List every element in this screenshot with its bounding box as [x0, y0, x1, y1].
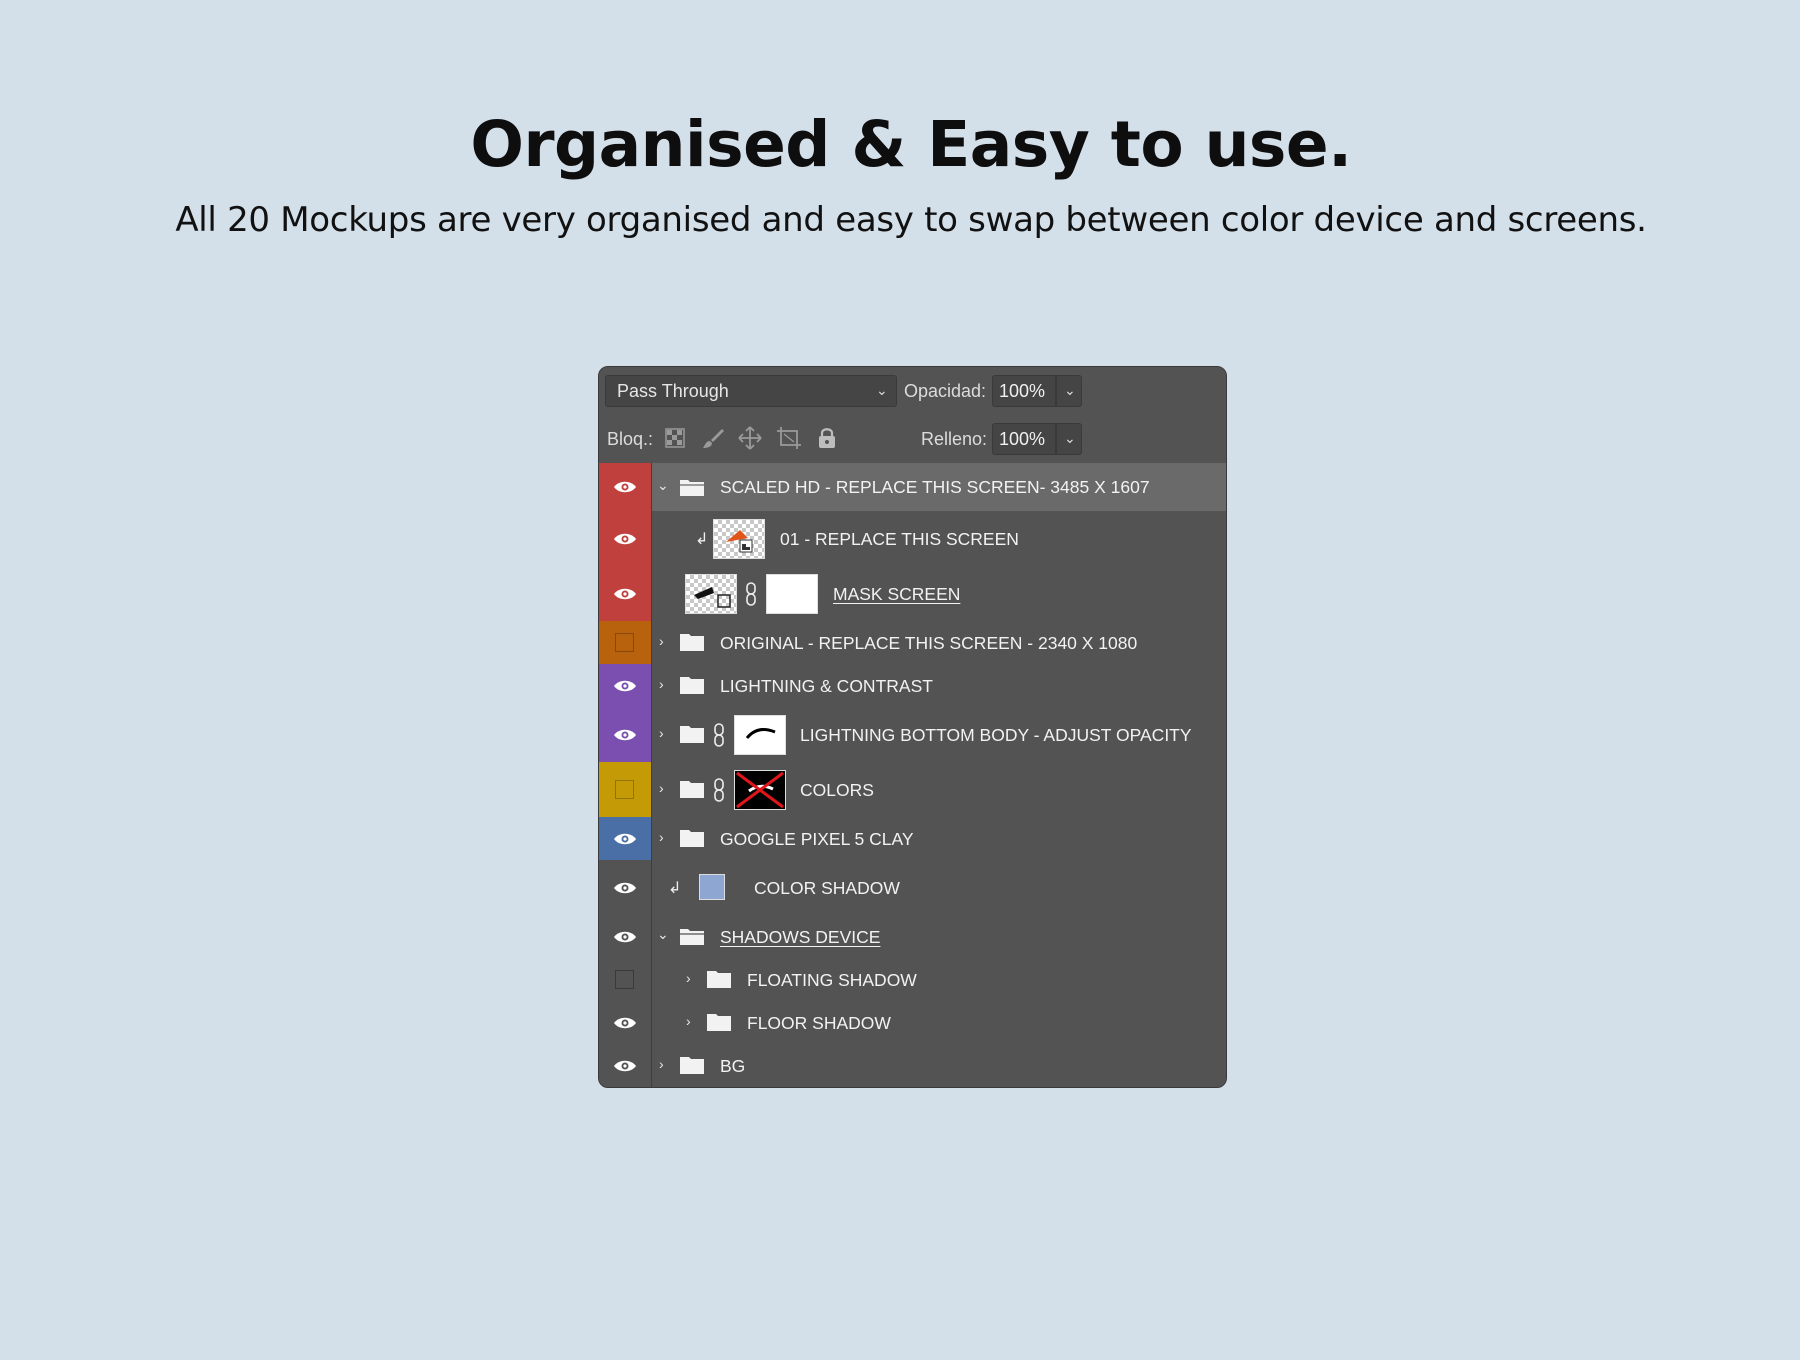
- chevron-right-icon[interactable]: ›: [659, 725, 664, 741]
- folder-open-icon: [680, 929, 704, 945]
- layer-mask-thumbnail-disabled[interactable]: [734, 770, 786, 810]
- clipping-mask-arrow-icon: ↲: [695, 531, 709, 548]
- blend-mode-select[interactable]: Pass Through ⌄: [605, 375, 897, 407]
- visibility-toggle-hidden[interactable]: [615, 970, 634, 989]
- folder-icon: [680, 1057, 704, 1074]
- lock-fill-bar: Bloq.: Relleno: 100% ⌄: [599, 415, 1226, 464]
- chain-link-icon[interactable]: [745, 582, 757, 606]
- chevron-down-icon: ⌄: [876, 382, 888, 398]
- lock-label: Bloq.:: [607, 429, 654, 449]
- eye-icon[interactable]: [613, 532, 637, 546]
- eye-icon[interactable]: [613, 587, 637, 601]
- chevron-right-icon[interactable]: ›: [659, 676, 664, 692]
- chain-link-icon[interactable]: [713, 723, 725, 747]
- layer-mask-thumbnail[interactable]: [734, 715, 786, 755]
- layer-row-original[interactable]: › ORIGINAL - REPLACE THIS SCREEN - 2340 …: [599, 621, 1226, 665]
- blend-mode-value: Pass Through: [617, 381, 729, 401]
- eye-icon[interactable]: [613, 728, 637, 742]
- eye-icon[interactable]: [613, 1059, 637, 1073]
- layer-row-colors[interactable]: › COLORS: [599, 762, 1226, 818]
- layers-panel: Pass Through ⌄ Opacidad: 100% ⌄ Bloq.: R…: [598, 366, 1227, 1088]
- fill-color-swatch[interactable]: [699, 874, 725, 900]
- lock-transparency-icon[interactable]: [665, 428, 685, 448]
- eye-icon[interactable]: [613, 881, 637, 895]
- folder-icon: [680, 634, 704, 651]
- layer-row-shadows-device[interactable]: ⌄ SHADOWS DEVICE: [599, 915, 1226, 959]
- layer-name: SHADOWS DEVICE: [720, 927, 881, 947]
- layer-name: MASK SCREEN: [833, 584, 961, 604]
- chevron-right-icon[interactable]: ›: [686, 1013, 691, 1029]
- page-headline: Organised & Easy to use.: [470, 108, 1352, 181]
- lock-pixels-brush-icon[interactable]: [702, 427, 724, 449]
- layer-name: LIGHTNING & CONTRAST: [720, 676, 933, 696]
- chevron-right-icon[interactable]: ›: [686, 970, 691, 986]
- layer-name: COLORS: [800, 780, 874, 800]
- layer-row-scaled-hd[interactable]: ⌄ SCALED HD - REPLACE THIS SCREEN- 3485 …: [599, 463, 1226, 512]
- layer-name: BG: [720, 1056, 746, 1076]
- fill-dropdown-button[interactable]: ⌄: [1056, 423, 1082, 455]
- folder-icon: [680, 677, 704, 694]
- smart-object-thumbnail-icon: [726, 530, 753, 553]
- opacity-dropdown-button[interactable]: ⌄: [1056, 375, 1082, 407]
- layer-row-color-shadow[interactable]: ↲ COLOR SHADOW: [599, 860, 1226, 916]
- folder-icon: [680, 726, 704, 743]
- layer-name: LIGHTNING BOTTOM BODY - ADJUST OPACITY: [800, 725, 1192, 745]
- eye-icon[interactable]: [613, 832, 637, 846]
- folder-icon: [680, 781, 704, 798]
- layer-row-mask-screen[interactable]: MASK SCREEN: [599, 566, 1226, 622]
- lock-position-move-icon[interactable]: [738, 426, 762, 450]
- layer-name: FLOATING SHADOW: [747, 970, 917, 990]
- chevron-right-icon[interactable]: ›: [659, 633, 664, 649]
- chevron-down-icon: ⌄: [1064, 382, 1076, 398]
- folder-icon: [707, 1014, 731, 1031]
- blend-opacity-bar: Pass Through ⌄ Opacidad: 100% ⌄: [599, 367, 1226, 416]
- page-subline: All 20 Mockups are very organised and ea…: [175, 200, 1647, 240]
- clipping-mask-arrow-icon: ↲: [668, 880, 682, 897]
- shape-thumbnail-icon: [694, 587, 731, 608]
- folder-icon: [707, 971, 731, 988]
- opacity-value: 100%: [999, 381, 1046, 401]
- fill-input[interactable]: 100%: [992, 423, 1056, 455]
- fill-value: 100%: [999, 429, 1046, 449]
- eye-icon[interactable]: [613, 930, 637, 944]
- chain-link-icon[interactable]: [713, 778, 725, 802]
- opacity-input[interactable]: 100%: [992, 375, 1056, 407]
- chevron-right-icon[interactable]: ›: [659, 1056, 664, 1072]
- chevron-down-icon: ⌄: [1064, 430, 1076, 446]
- layer-name: COLOR SHADOW: [754, 878, 900, 898]
- chevron-down-icon[interactable]: ⌄: [657, 477, 669, 494]
- eye-icon[interactable]: [613, 679, 637, 693]
- layer-row-lightning-bottom-body[interactable]: › LIGHTNING BOTTOM BODY - ADJUST OPACITY: [599, 707, 1226, 763]
- chevron-right-icon[interactable]: ›: [659, 829, 664, 845]
- layer-row-replace-screen[interactable]: ↲ 01 - REPLACE THIS SCREEN: [599, 511, 1226, 567]
- chevron-right-icon[interactable]: ›: [659, 780, 664, 796]
- opacity-label: Opacidad:: [904, 381, 987, 401]
- fill-label: Relleno:: [921, 429, 988, 449]
- lock-artboard-crop-icon[interactable]: [776, 426, 802, 450]
- layer-name: 01 - REPLACE THIS SCREEN: [780, 529, 1019, 549]
- layer-name: ORIGINAL - REPLACE THIS SCREEN - 2340 X …: [720, 633, 1138, 653]
- layer-row-google-pixel[interactable]: › GOOGLE PIXEL 5 CLAY: [599, 817, 1226, 861]
- visibility-toggle-hidden[interactable]: [615, 780, 634, 799]
- folder-icon: [680, 830, 704, 847]
- curve-mask-icon: [745, 728, 776, 739]
- chevron-down-icon[interactable]: ⌄: [657, 926, 669, 943]
- lock-all-icon[interactable]: [817, 426, 837, 450]
- eye-icon[interactable]: [613, 1016, 637, 1030]
- layer-name: SCALED HD - REPLACE THIS SCREEN- 3485 X …: [720, 477, 1150, 497]
- layer-thumbnail: [713, 519, 765, 559]
- layer-row-lightning-contrast[interactable]: › LIGHTNING & CONTRAST: [599, 664, 1226, 708]
- folder-open-icon: [680, 480, 704, 496]
- layer-row-floor-shadow[interactable]: › FLOOR SHADOW: [599, 1001, 1226, 1045]
- eye-icon[interactable]: [613, 480, 637, 494]
- layer-thumbnail: [685, 574, 737, 614]
- visibility-toggle-hidden[interactable]: [615, 633, 634, 652]
- layer-mask-thumbnail[interactable]: [766, 574, 818, 614]
- layer-row-bg[interactable]: › BG: [599, 1044, 1226, 1087]
- layer-row-floating-shadow[interactable]: › FLOATING SHADOW: [599, 958, 1226, 1002]
- layer-name: FLOOR SHADOW: [747, 1013, 891, 1033]
- layer-name: GOOGLE PIXEL 5 CLAY: [720, 829, 914, 849]
- disabled-mask-x-icon: [736, 771, 784, 809]
